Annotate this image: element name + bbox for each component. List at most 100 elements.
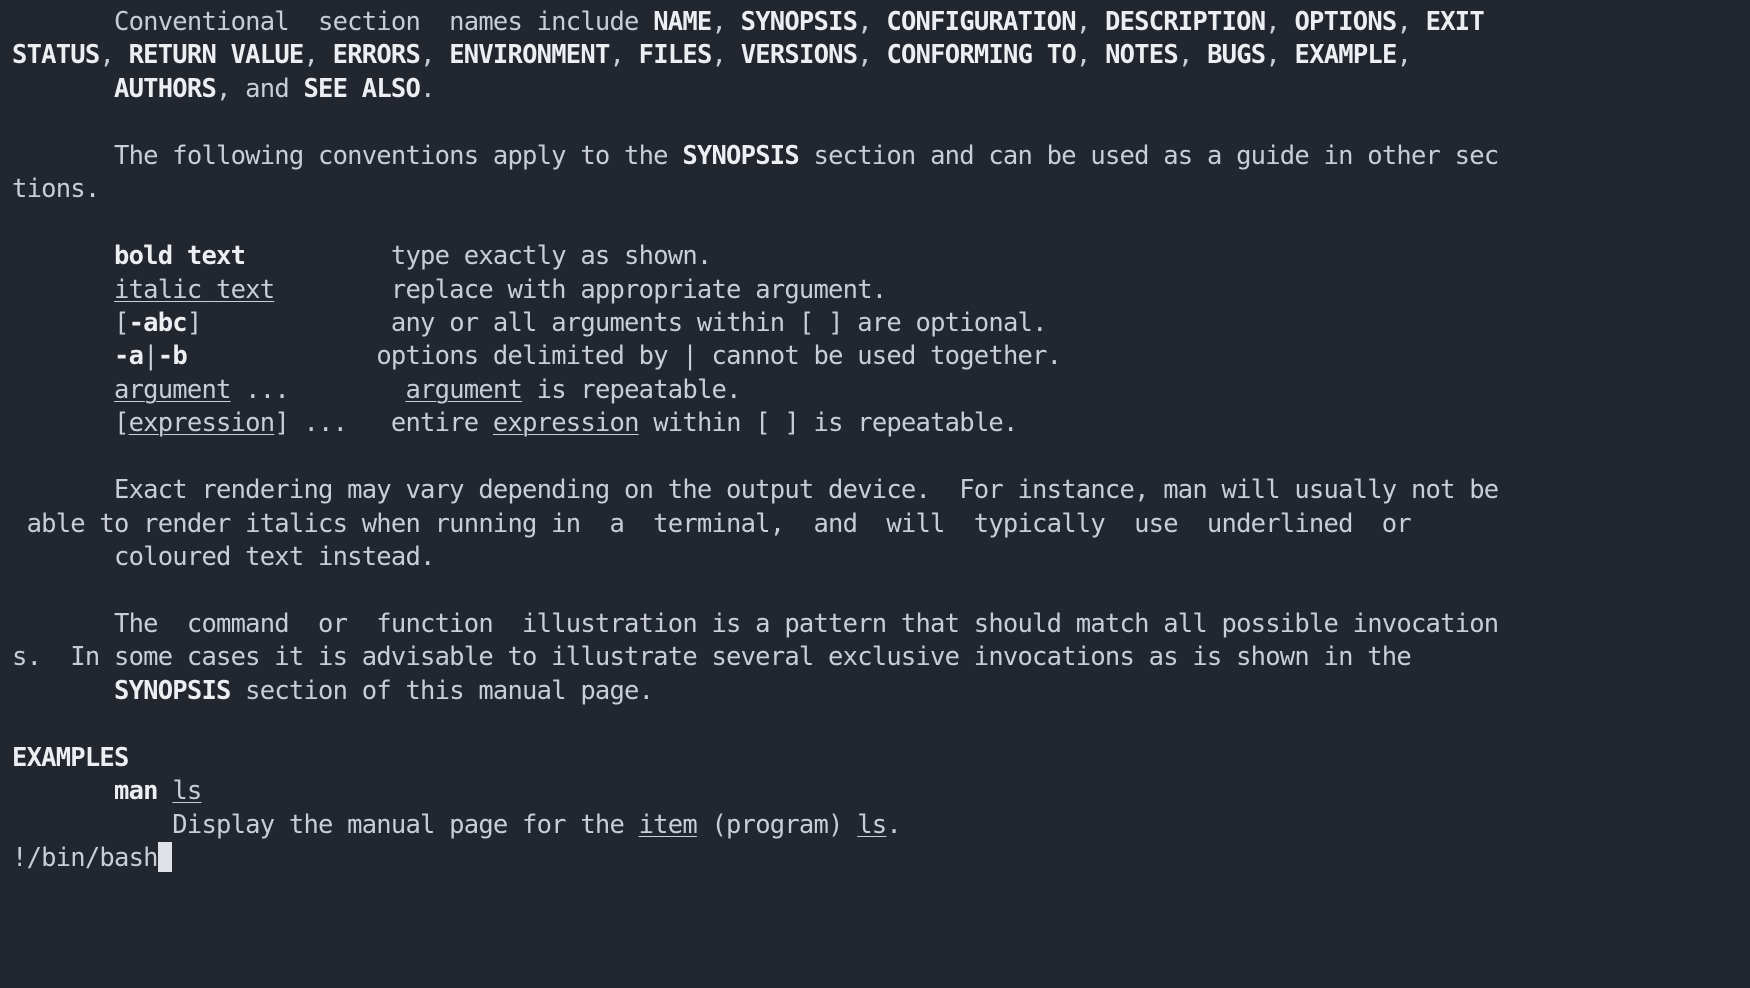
text-segment-underline: argument — [114, 374, 231, 405]
text-segment-normal: tions. — [12, 174, 100, 205]
text-segment-normal — [12, 275, 114, 305]
terminal-line-command-illustration-3: SYNOPSIS section of this manual page. — [0, 675, 1750, 708]
terminal-line-example-man-ls-desc: Display the manual page for the item (pr… — [0, 809, 1750, 842]
text-cursor — [157, 841, 173, 872]
text-segment-normal: , — [1075, 40, 1106, 71]
text-segment-normal: , — [1075, 7, 1105, 37]
text-segment-bold: RETURN VALUE — [128, 40, 305, 71]
terminal-line-convention-italic-text: italic text replace with appropriate arg… — [0, 274, 1750, 307]
text-segment-normal — [12, 74, 114, 104]
terminal-line-convention-delimited-options: -a|-b options delimited by | cannot be u… — [0, 340, 1750, 373]
terminal-line-command-illustration-1: The command or function illustration is … — [0, 608, 1750, 641]
text-segment-normal: ] any or all arguments within [ ] are op… — [186, 307, 1048, 338]
terminal-line-convention-repeatable-expression: [expression] ... entire expression withi… — [0, 407, 1750, 440]
text-segment-normal: [ — [12, 408, 129, 439]
text-segment-normal: options delimited by | cannot be used to… — [186, 341, 1062, 372]
text-segment-normal — [12, 241, 114, 271]
terminal-line-blank-1 — [0, 106, 1750, 139]
text-segment-bold: CONFORMING TO — [886, 40, 1076, 71]
text-segment-normal: , — [1265, 7, 1295, 37]
terminal-line-convention-optional-args: [-abc] any or all arguments within [ ] a… — [0, 307, 1750, 340]
terminal-line-conventional-section-names-1: Conventional section names include NAME,… — [0, 6, 1750, 39]
text-segment-bold: SYNOPSIS — [114, 675, 231, 706]
text-segment-bold: STATUS — [12, 40, 100, 71]
text-segment-normal: Exact rendering may vary depending on th… — [12, 475, 1499, 506]
text-segment-normal: coloured text instead. — [12, 542, 435, 572]
text-segment-bold: -a — [114, 341, 144, 372]
terminal-line-blank-3 — [0, 441, 1750, 474]
text-segment-underline: expression — [492, 408, 640, 439]
text-segment-bold: DESCRIPTION — [1105, 7, 1266, 37]
text-segment-bold: NOTES — [1105, 40, 1179, 71]
text-segment-underline: expression — [128, 408, 276, 439]
text-segment-underline: italic text — [114, 274, 275, 305]
text-segment-normal: , — [711, 40, 741, 71]
terminal-line-conventional-section-names-2: STATUS, RETURN VALUE, ERRORS, ENVIRONMEN… — [0, 39, 1750, 72]
text-segment-bold: VERSIONS — [740, 40, 858, 71]
shell-prompt-line[interactable]: !/bin/bash — [0, 841, 1750, 875]
terminal-line-exact-rendering-1: Exact rendering may vary depending on th… — [0, 474, 1750, 507]
text-segment-normal: Display the manual page for the — [12, 809, 639, 840]
terminal-line-convention-bold-text: bold text type exactly as shown. — [0, 240, 1750, 273]
text-segment-normal — [12, 341, 114, 371]
text-segment-normal: Conventional section names include — [12, 7, 654, 37]
text-segment-bold: man — [114, 776, 173, 807]
terminal-line-convention-repeatable-argument: argument ... argument is repeatable. — [0, 374, 1750, 407]
text-segment-bold: -b — [157, 341, 188, 372]
text-segment-bold: SEE ALSO — [303, 73, 421, 104]
text-segment-normal: is repeatable. — [522, 374, 742, 405]
text-segment-normal: , — [857, 7, 887, 37]
text-segment-normal: within [ ] is repeatable. — [638, 408, 1018, 439]
text-segment-normal — [12, 676, 114, 706]
terminal-line-exact-rendering-2: able to render italics when running in a… — [0, 508, 1750, 541]
terminal-line-blank-4 — [0, 574, 1750, 607]
terminal-screen[interactable]: Conventional section names include NAME,… — [0, 0, 1750, 875]
text-segment-normal: , — [303, 40, 333, 71]
text-segment-normal: | — [143, 341, 158, 372]
text-segment-normal: type exactly as shown. — [245, 241, 712, 272]
text-segment-normal: able to render italics when running in a… — [12, 508, 1412, 539]
terminal-line-conventions-intro-1: The following conventions apply to the S… — [0, 140, 1750, 173]
text-segment-underline: ls — [857, 809, 887, 840]
terminal-line-blank-2 — [0, 207, 1750, 240]
text-segment-normal: , — [609, 40, 639, 71]
text-segment-underline: item — [638, 809, 698, 840]
text-segment-normal: , — [1177, 40, 1208, 71]
text-segment-bold: -abc — [128, 307, 188, 338]
text-segment-bold: EXAMPLES — [12, 742, 129, 773]
shell-prompt-text: !/bin/bash — [12, 842, 159, 873]
text-segment-bold: bold text — [114, 241, 246, 272]
terminal-line-examples-heading: EXAMPLES — [0, 742, 1750, 775]
terminal-line-blank-5 — [0, 708, 1750, 741]
text-segment-bold: AUTHORS — [114, 73, 217, 104]
text-segment-normal: , — [1265, 40, 1295, 71]
text-segment-bold: EXIT — [1425, 7, 1485, 37]
text-segment-bold: SYNOPSIS — [740, 7, 858, 37]
text-segment-normal — [12, 776, 114, 806]
text-segment-normal: . — [420, 73, 435, 104]
text-segment-bold: EXAMPLE — [1294, 40, 1398, 71]
terminal-line-command-illustration-2: s. In some cases it is advisable to illu… — [0, 641, 1750, 674]
text-segment-underline: argument — [405, 374, 523, 405]
text-segment-normal: , — [1396, 40, 1412, 71]
text-segment-normal — [12, 375, 114, 405]
text-segment-normal: The following conventions apply to the — [12, 140, 683, 171]
text-segment-bold: OPTIONS — [1294, 7, 1397, 37]
terminal-line-conventional-section-names-3: AUTHORS, and SEE ALSO. — [0, 73, 1750, 106]
text-segment-normal: , — [1396, 7, 1426, 37]
text-segment-normal: ... — [230, 374, 406, 405]
text-segment-normal: s. In some cases it is advisable to illu… — [12, 642, 1412, 673]
terminal-line-conventions-intro-2: tions. — [0, 173, 1750, 206]
text-segment-normal: (program) — [696, 809, 858, 840]
text-segment-bold: BUGS — [1207, 40, 1266, 71]
text-segment-normal: , and — [216, 73, 304, 104]
text-segment-bold: SYNOPSIS — [682, 140, 799, 171]
terminal-line-exact-rendering-3: coloured text instead. — [0, 541, 1750, 574]
text-segment-normal: , — [99, 40, 129, 71]
text-segment-normal: , — [711, 7, 741, 37]
text-segment-underline: ls — [172, 776, 202, 807]
text-segment-normal: [ — [12, 307, 129, 338]
terminal-window[interactable]: Conventional section names include NAME,… — [0, 0, 1750, 988]
text-segment-bold: CONFIGURATION — [886, 7, 1076, 37]
text-segment-normal: The command or function illustration is … — [12, 608, 1499, 639]
